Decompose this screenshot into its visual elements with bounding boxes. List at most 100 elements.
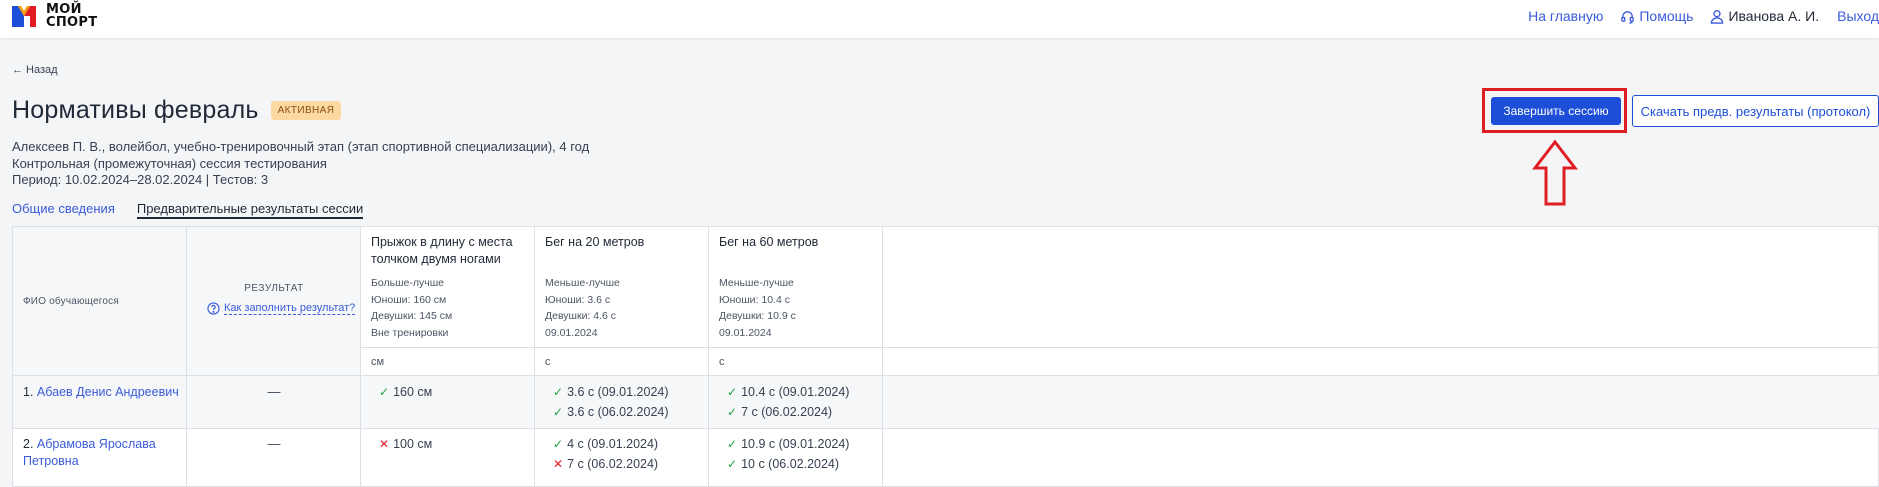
- unit-cell-1: [361, 347, 535, 375]
- check-icon: ✓: [553, 385, 564, 399]
- test-desc-line: Девушки: 145 см: [371, 310, 453, 322]
- user-icon: [1711, 9, 1724, 24]
- help-link[interactable]: Как заполнить результат?: [207, 302, 356, 315]
- test-value: ✓ 10 с (06.02.2024): [727, 457, 839, 471]
- test-value: ✓ 7 с (06.02.2024): [727, 405, 832, 419]
- divider: [361, 347, 1879, 348]
- test-value-text: 7 с (06.02.2024): [567, 457, 659, 471]
- row-number: 1.: [23, 385, 34, 399]
- student-name: 1. Абаев Денис Андреевич: [23, 384, 179, 401]
- check-icon: ✓: [727, 385, 738, 399]
- check-icon: ✓: [379, 385, 390, 399]
- test-desc-line: Больше-лучше: [371, 277, 444, 289]
- tabs: Общие сведения Предварительные результат…: [12, 201, 364, 219]
- cross-icon: ✕: [379, 437, 390, 451]
- check-icon: ✓: [727, 437, 738, 451]
- results-table: ФИО обучающегося РЕЗУЛЬТАТ Как заполнить…: [12, 226, 1879, 487]
- test-value: ✓ 4 с (09.01.2024): [553, 437, 658, 451]
- test-desc-line: Юноши: 10.4 с: [719, 293, 790, 306]
- tab-preliminary[interactable]: Предварительные результаты сессии: [136, 201, 364, 219]
- test-value-text: 100 см: [393, 437, 433, 451]
- test-name: Прыжок в длину с места толчком двумя ног…: [371, 234, 513, 268]
- test-value: ✓ 3.6 с (09.01.2024): [553, 385, 669, 399]
- test-desc-line: Вне тренировки: [371, 326, 449, 339]
- row-test-cell: [361, 376, 535, 428]
- test-description: Меньше-лучше Юноши: 3.6 с Девушки: 4.6 с…: [545, 275, 620, 341]
- arrow-up-icon: [1532, 139, 1578, 206]
- nav-help-label: Помощь: [1639, 8, 1694, 24]
- test-value-text: 4 с (09.01.2024): [567, 437, 659, 451]
- unit-label-1: см: [371, 356, 385, 368]
- row-test-cell: [709, 376, 883, 428]
- test-value: ✓ 160 см: [379, 385, 432, 399]
- result-value[interactable]: —: [187, 436, 361, 451]
- test-name-line: толчком двумя ногами: [371, 252, 501, 266]
- unit-cell-3: [709, 347, 883, 375]
- fio-column-header: ФИО обучающегося: [23, 296, 119, 307]
- student-name-link-line2[interactable]: Петровна: [23, 453, 156, 470]
- user-menu[interactable]: Иванова А. И.: [1710, 8, 1819, 24]
- row-test-cell: [535, 376, 709, 428]
- question-circle-icon: [207, 302, 220, 315]
- test-desc-line: Меньше-лучше: [719, 277, 794, 289]
- test-desc-line: 09.01.2024: [719, 326, 772, 339]
- student-name: 2. Абрамова Ярослава Петровна: [23, 436, 156, 470]
- student-name-link[interactable]: Абрамова Ярослава: [37, 437, 156, 451]
- unit-cell-2: [535, 347, 709, 375]
- test-header-2: Бег на 20 метров Меньше-лучше Юноши: 3.6…: [535, 227, 709, 347]
- test-desc-line: Девушки: 4.6 с: [545, 310, 617, 322]
- logo-text: МОЙ СПОРТ: [46, 3, 97, 29]
- test-name-line: Бег на 60 метров: [719, 235, 819, 249]
- test-value: ✕ 7 с (06.02.2024): [553, 457, 658, 471]
- test-name-line: Прыжок в длину с места: [371, 235, 513, 249]
- unit-label-2: с: [545, 356, 551, 368]
- student-name-link[interactable]: Абаев Денис Андреевич: [37, 385, 179, 399]
- result-column-header: РЕЗУЛЬТАТ: [244, 283, 304, 294]
- test-value: ✓ 3.6 с (06.02.2024): [553, 405, 669, 419]
- test-description: Больше-лучше Юноши: 160 см Девушки: 145 …: [371, 275, 452, 341]
- test-desc-line: Юноши: 3.6 с: [545, 293, 611, 306]
- headset-icon: [1621, 10, 1635, 24]
- test-value-text: 3.6 с (09.01.2024): [567, 385, 669, 399]
- test-desc-line: Меньше-лучше: [545, 277, 620, 289]
- nav-exit-link[interactable]: Выход: [1837, 8, 1879, 24]
- test-value-text: 10 с (06.02.2024): [741, 457, 840, 471]
- top-header: МОЙ СПОРТ На главную Помощь Иванова А. И…: [0, 0, 1879, 38]
- check-icon: ✓: [727, 405, 738, 419]
- test-value-text: 10.4 с (09.01.2024): [741, 385, 850, 399]
- info-line-3: Период: 10.02.2024–28.02.2024 | Тестов: …: [12, 172, 269, 187]
- check-icon: ✓: [553, 437, 564, 451]
- user-name: Иванова А. И.: [1728, 8, 1820, 24]
- back-link[interactable]: ← Назад: [12, 64, 58, 76]
- logo-mark-icon: [10, 3, 38, 29]
- check-icon: ✓: [727, 457, 738, 471]
- logo-line-2: СПОРТ: [46, 15, 98, 30]
- nav-help-link[interactable]: Помощь: [1620, 8, 1693, 24]
- result-value[interactable]: —: [187, 384, 361, 399]
- test-name: Бег на 60 метров: [719, 234, 818, 251]
- test-name: Бег на 20 метров: [545, 234, 644, 251]
- header-result-cell: РЕЗУЛЬТАТ Как заполнить результат?: [187, 227, 361, 375]
- session-info: Алексеев П. В., волейбол, учебно-трениро…: [12, 139, 589, 189]
- nav-home-link[interactable]: На главную: [1528, 8, 1603, 24]
- check-icon: ✓: [553, 405, 564, 419]
- test-name-line: Бег на 20 метров: [545, 235, 645, 249]
- row-number: 2.: [23, 437, 34, 451]
- test-value: ✕ 100 см: [379, 437, 432, 451]
- top-nav: На главную Помощь Иванова А. И. Выход: [1528, 8, 1879, 24]
- test-desc-line: Юноши: 160 см: [371, 293, 447, 306]
- row-filler: [883, 376, 1879, 428]
- logo[interactable]: МОЙ СПОРТ: [10, 3, 97, 29]
- test-value-text: 10.9 с (09.01.2024): [741, 437, 850, 451]
- header-fio-cell: ФИО обучающегося: [13, 227, 187, 375]
- test-value: ✓ 10.4 с (09.01.2024): [727, 385, 849, 399]
- download-protocol-button[interactable]: Скачать предв. результаты (протокол): [1632, 95, 1879, 127]
- tab-general[interactable]: Общие сведения: [12, 201, 115, 219]
- info-line-1: Алексеев П. В., волейбол, учебно-трениро…: [12, 139, 590, 154]
- page-title: Нормативы февраль: [12, 96, 259, 124]
- test-value-text: 7 с (06.02.2024): [741, 405, 833, 419]
- finish-session-button[interactable]: Завершить сессию: [1491, 97, 1621, 125]
- test-desc-line: 09.01.2024: [545, 326, 598, 339]
- help-link-label: Как заполнить результат?: [224, 302, 356, 315]
- info-line-2: Контрольная (промежуточная) сессия тести…: [12, 155, 327, 171]
